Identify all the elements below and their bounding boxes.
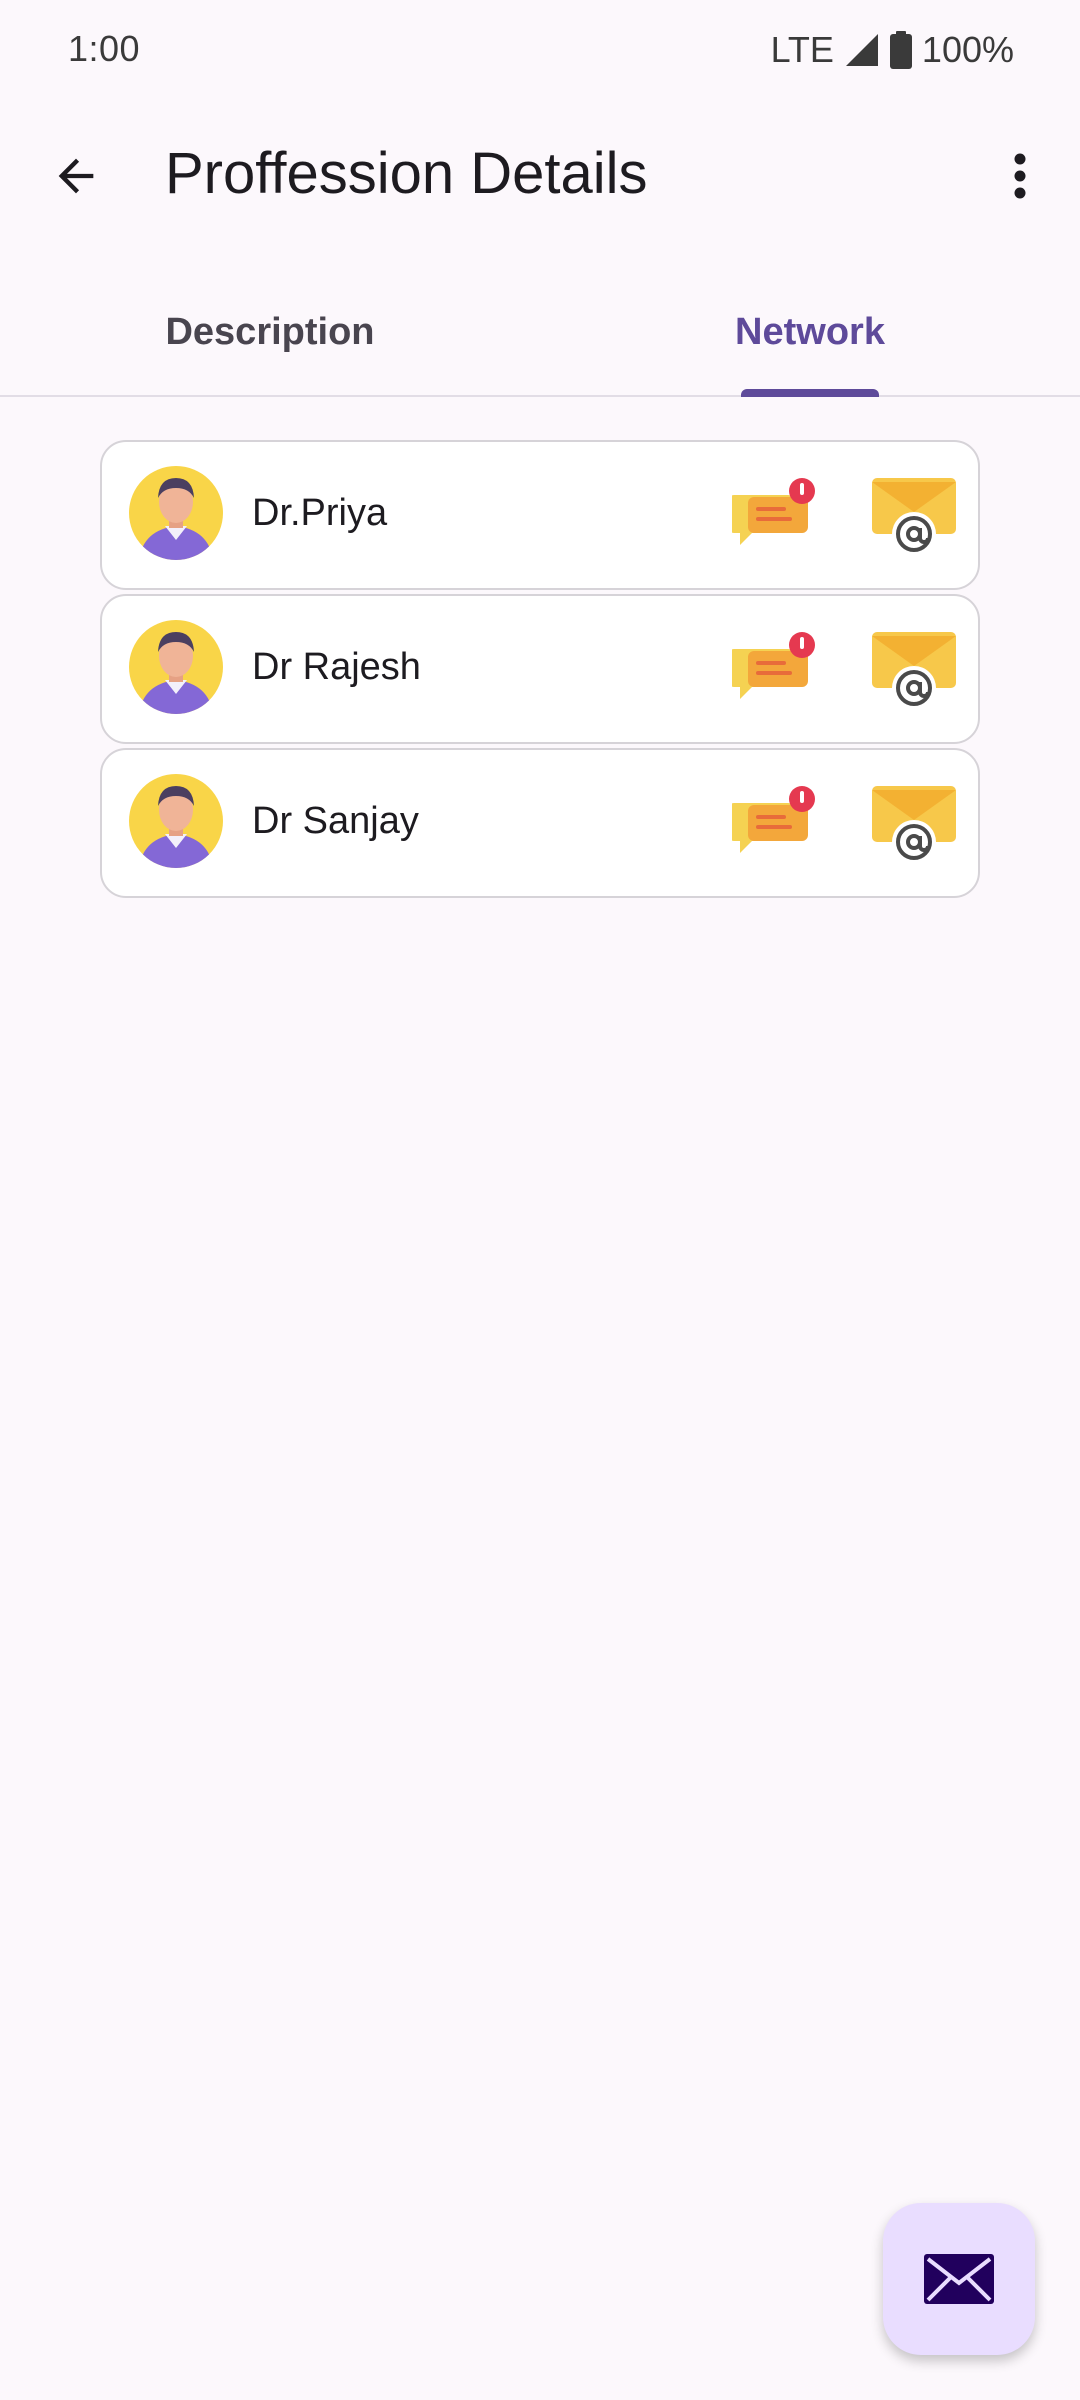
- battery-level: 100%: [921, 29, 1014, 70]
- chat-alert-icon: [728, 786, 815, 853]
- page-title: Proffession Details: [165, 141, 648, 206]
- status-indicators: LTE 100%: [771, 28, 1014, 72]
- tab-indicator: [741, 389, 879, 397]
- email-button[interactable]: [870, 472, 960, 562]
- tab-bar: Description Network: [0, 270, 1080, 397]
- contact-card[interactable]: Dr.Priya: [100, 440, 980, 590]
- doctor-avatar-icon: [139, 786, 213, 868]
- more-options-button[interactable]: [980, 136, 1060, 216]
- avatar: [129, 620, 223, 714]
- email-button[interactable]: [870, 780, 960, 870]
- message-button[interactable]: [728, 477, 822, 557]
- doctor-avatar-icon: [139, 478, 213, 560]
- tab-description[interactable]: Description: [0, 270, 540, 395]
- top-app-bar: Proffession Details: [0, 100, 1080, 250]
- status-time: 1:00: [68, 28, 141, 69]
- battery-icon: [889, 31, 912, 69]
- contact-card[interactable]: Dr Rajesh: [100, 594, 980, 744]
- email-at-icon: [872, 632, 956, 710]
- avatar: [129, 774, 223, 868]
- contact-name: Dr.Priya: [252, 492, 388, 534]
- doctor-avatar-icon: [139, 632, 213, 714]
- contact-name: Dr Sanjay: [252, 800, 419, 842]
- status-bar: 1:00 LTE 100%: [0, 0, 1080, 100]
- avatar: [129, 466, 223, 560]
- email-at-icon: [872, 786, 956, 864]
- contact-list: Dr.Priya Dr Rajesh Dr Sanjay: [100, 440, 980, 902]
- contact-card[interactable]: Dr Sanjay: [100, 748, 980, 898]
- network-type: LTE: [770, 29, 834, 70]
- email-at-icon: [872, 478, 956, 556]
- contact-name: Dr Rajesh: [252, 646, 421, 688]
- message-button[interactable]: [728, 785, 822, 865]
- mail-icon: [924, 2254, 994, 2304]
- tab-network[interactable]: Network: [540, 270, 1080, 395]
- message-button[interactable]: [728, 631, 822, 711]
- chat-alert-icon: [728, 632, 815, 699]
- arrow-back-icon: [58, 158, 94, 194]
- compose-mail-fab[interactable]: [883, 2203, 1035, 2355]
- more-vert-icon: [1014, 153, 1026, 199]
- signal-icon: [845, 34, 878, 66]
- back-button[interactable]: [36, 136, 116, 216]
- email-button[interactable]: [870, 626, 960, 716]
- chat-alert-icon: [728, 478, 815, 545]
